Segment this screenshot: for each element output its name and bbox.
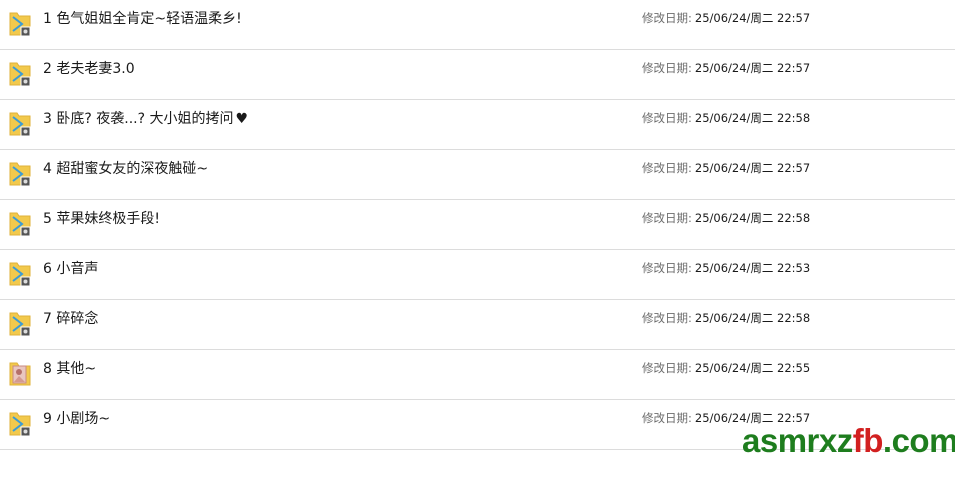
date-label: 修改日期: xyxy=(642,161,692,175)
image-folder-icon xyxy=(8,360,32,388)
date-label: 修改日期: xyxy=(642,111,692,125)
modified-date: 修改日期: 25/06/24/周二 22:58 xyxy=(642,110,810,126)
list-item[interactable]: 6 小音声 修改日期: 25/06/24/周二 22:53 xyxy=(0,250,955,300)
audio-folder-icon xyxy=(8,210,32,238)
date-value: 25/06/24/周二 22:57 xyxy=(694,11,811,25)
list-item[interactable]: 2 老夫老妻3.0 修改日期: 25/06/24/周二 22:57 xyxy=(0,50,955,100)
file-name: 5 苹果妹终极手段! xyxy=(43,211,160,227)
date-value: 25/06/24/周二 22:57 xyxy=(694,161,811,175)
file-name: 3 卧底? 夜袭...? 大小姐的拷问 ♥ xyxy=(43,108,248,128)
date-value: 25/06/24/周二 22:58 xyxy=(694,311,811,325)
file-name: 8 其他~ xyxy=(43,361,97,377)
file-list: 1 色气姐姐全肯定~轻语温柔乡! 修改日期: 25/06/24/周二 22:57 … xyxy=(0,0,955,450)
list-item[interactable]: 4 超甜蜜女友的深夜触碰~ 修改日期: 25/06/24/周二 22:57 xyxy=(0,150,955,200)
modified-date: 修改日期: 25/06/24/周二 22:57 xyxy=(642,160,810,176)
heart-icon: ♥ xyxy=(235,111,249,127)
modified-date: 修改日期: 25/06/24/周二 22:55 xyxy=(642,360,810,376)
date-value: 25/06/24/周二 22:57 xyxy=(694,61,811,75)
modified-date: 修改日期: 25/06/24/周二 22:57 xyxy=(642,60,810,76)
watermark: asmrxzfb.com xyxy=(742,424,955,457)
audio-folder-icon xyxy=(8,110,32,138)
date-label: 修改日期: xyxy=(642,61,692,75)
modified-date: 修改日期: 25/06/24/周二 22:58 xyxy=(642,210,810,226)
date-value: 25/06/24/周二 22:55 xyxy=(694,361,811,375)
modified-date: 修改日期: 25/06/24/周二 22:53 xyxy=(642,260,810,276)
date-label: 修改日期: xyxy=(642,411,692,425)
date-label: 修改日期: xyxy=(642,211,692,225)
audio-folder-icon xyxy=(8,310,32,338)
modified-date: 修改日期: 25/06/24/周二 22:58 xyxy=(642,310,810,326)
date-label: 修改日期: xyxy=(642,11,692,25)
date-value: 25/06/24/周二 22:53 xyxy=(694,261,811,275)
file-name-text: 3 卧底? 夜袭...? 大小姐的拷问 xyxy=(43,111,234,127)
list-item[interactable]: 7 碎碎念 修改日期: 25/06/24/周二 22:58 xyxy=(0,300,955,350)
modified-date: 修改日期: 25/06/24/周二 22:57 xyxy=(642,10,810,26)
audio-folder-icon xyxy=(8,160,32,188)
watermark-part-2: fb xyxy=(852,422,884,459)
audio-folder-icon xyxy=(8,410,32,438)
file-name: 1 色气姐姐全肯定~轻语温柔乡! xyxy=(43,11,242,27)
list-item[interactable]: 8 其他~ 修改日期: 25/06/24/周二 22:55 xyxy=(0,350,955,400)
list-item[interactable]: 1 色气姐姐全肯定~轻语温柔乡! 修改日期: 25/06/24/周二 22:57 xyxy=(0,0,955,50)
list-item[interactable]: 3 卧底? 夜袭...? 大小姐的拷问 ♥ 修改日期: 25/06/24/周二 22… xyxy=(0,100,955,150)
audio-folder-icon xyxy=(8,10,32,38)
file-name: 2 老夫老妻3.0 xyxy=(43,61,135,77)
date-label: 修改日期: xyxy=(642,361,692,375)
file-name: 9 小剧场~ xyxy=(43,411,111,427)
file-name: 7 碎碎念 xyxy=(43,311,99,327)
audio-folder-icon xyxy=(8,60,32,88)
file-name: 6 小音声 xyxy=(43,261,99,277)
file-name: 4 超甜蜜女友的深夜触碰~ xyxy=(43,161,209,177)
audio-folder-icon xyxy=(8,260,32,288)
date-value: 25/06/24/周二 22:58 xyxy=(694,211,811,225)
date-label: 修改日期: xyxy=(642,311,692,325)
watermark-part-3: .com xyxy=(882,422,955,459)
date-value: 25/06/24/周二 22:58 xyxy=(694,111,811,125)
watermark-part-1: asmrxz xyxy=(742,422,853,459)
date-label: 修改日期: xyxy=(642,261,692,275)
list-item[interactable]: 5 苹果妹终极手段! 修改日期: 25/06/24/周二 22:58 xyxy=(0,200,955,250)
